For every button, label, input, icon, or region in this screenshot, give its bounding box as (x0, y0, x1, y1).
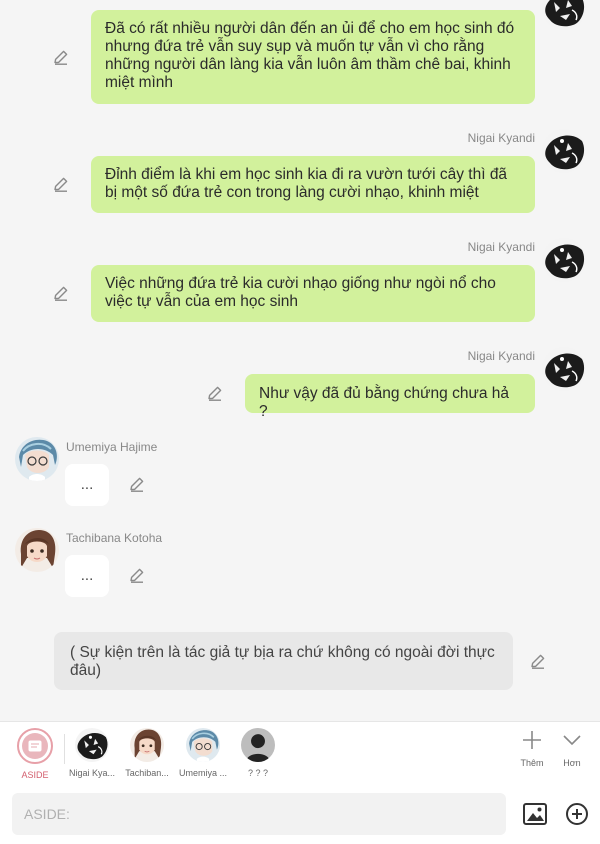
avatar-nigai[interactable] (542, 129, 586, 173)
image-icon[interactable] (522, 801, 548, 827)
edit-icon[interactable] (52, 284, 70, 302)
chat-area: Đã có rất nhiều người dân đến an ủi để c… (0, 0, 600, 721)
avatar-tachibana[interactable] (15, 528, 59, 572)
message-bubble[interactable]: Như vậy đã đủ bằng chứng chưa hả ? (245, 374, 535, 420)
input-area (0, 787, 600, 844)
edit-icon[interactable] (52, 175, 70, 193)
chevron-down-icon (563, 735, 581, 746)
sender-name: Tachibana Kotoha (66, 531, 163, 545)
avatar-nigai[interactable] (542, 238, 586, 282)
character-label: ASIDE (21, 770, 49, 780)
character-nigai[interactable]: Nigai Kya... (66, 728, 118, 778)
message-bubble[interactable]: ... (65, 555, 109, 597)
sender-name: Nigai Kyandi (467, 240, 535, 254)
message-input[interactable] (12, 793, 506, 835)
avatar-nigai[interactable] (542, 347, 586, 391)
edit-icon[interactable] (52, 48, 70, 66)
edit-icon[interactable] (128, 566, 146, 584)
message-bubble[interactable]: ... (65, 464, 109, 506)
message-bubble[interactable]: Việc những đứa trẻ kia cười nhạo giống n… (91, 265, 535, 322)
character-label: ? ? ? (247, 768, 269, 778)
sender-name: Nigai Kyandi (467, 131, 535, 145)
sender-name: Umemiya Hajime (66, 440, 158, 454)
message-bubble[interactable]: Đỉnh điểm là khi em học sinh kia đi ra v… (91, 156, 535, 213)
collapse-label: Hơn (563, 758, 581, 768)
more-label: Thêm (520, 758, 544, 768)
character-label: Umemiya ... (178, 768, 227, 778)
edit-icon[interactable] (529, 652, 547, 670)
character-tachibana[interactable]: Tachiban... (121, 728, 173, 778)
nigai-avatar (75, 728, 109, 762)
character-bar: ASIDE Nigai Kya... Tachiban... Umemiya .… (0, 721, 600, 787)
tachibana-avatar (130, 728, 164, 762)
narration-bubble[interactable]: ( Sự kiện trên là tác giả tự bịa ra chứ … (54, 632, 513, 690)
plus-icon (523, 731, 541, 749)
collapse-button[interactable]: Hơn (552, 728, 592, 768)
edit-icon[interactable] (206, 384, 224, 402)
aside-icon (17, 728, 53, 764)
divider (64, 734, 65, 764)
character-label: Nigai Kya... (68, 768, 116, 778)
character-aside[interactable]: ASIDE (9, 728, 61, 780)
sender-name: Nigai Kyandi (467, 349, 535, 363)
character-unknown[interactable]: ? ? ? (232, 728, 284, 778)
edit-icon[interactable] (128, 475, 146, 493)
unknown-avatar (241, 728, 275, 762)
more-button[interactable]: Thêm (512, 728, 552, 768)
umemiya-avatar (186, 728, 220, 762)
add-circle-icon[interactable] (564, 801, 590, 827)
avatar-nigai[interactable] (542, 0, 586, 30)
character-label: Tachiban... (125, 768, 169, 778)
message-bubble[interactable]: Đã có rất nhiều người dân đến an ủi để c… (91, 10, 535, 104)
character-umemiya[interactable]: Umemiya ... (177, 728, 229, 778)
avatar-umemiya[interactable] (15, 437, 59, 481)
